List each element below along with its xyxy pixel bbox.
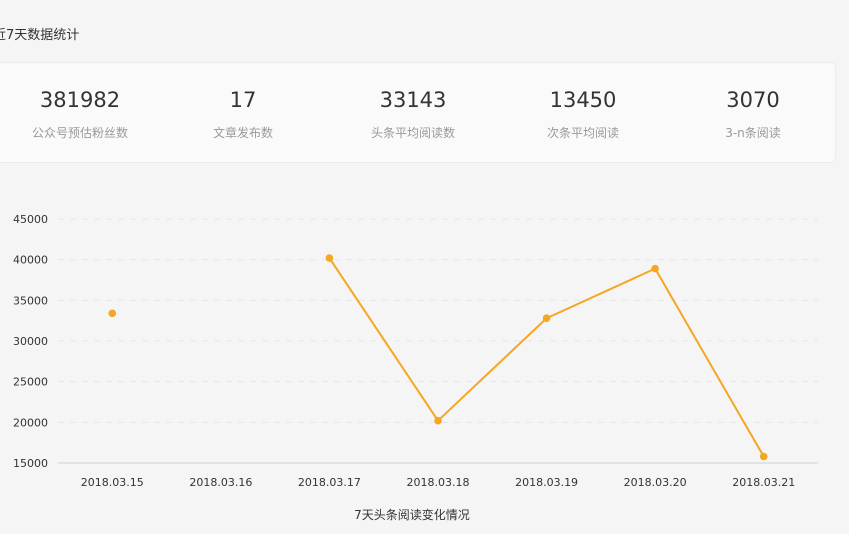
data-point [108,309,117,318]
x-tick-label: 2018.03.21 [732,476,795,489]
stat-fans: 381982 公众号预估粉丝数 [0,63,165,162]
stats-card: 381982 公众号预估粉丝数 17 文章发布数 33143 头条平均阅读数 1… [0,62,836,163]
y-tick-label: 25000 [13,376,48,389]
data-point [434,416,442,425]
y-tick-label: 45000 [13,213,48,226]
y-tick-label: 40000 [13,254,48,267]
label-layer: 15000 20000 25000 30000 35000 40000 45000 2018.… [13,213,795,489]
data-point [542,314,551,323]
stat-value: 3070 [726,88,780,112]
chart-title: 7天头条阅读变化情况 [354,507,470,522]
stat-articles: 17 文章发布数 [158,63,328,162]
data-point [651,264,659,273]
y-tick-label: 35000 [13,294,48,307]
series-layer [108,254,768,461]
series-line-segment [545,267,657,320]
stat-third-n: 3070 3-n条阅读 [668,63,838,162]
x-tick-label: 2018.03.18 [407,476,470,489]
stat-value: 381982 [39,88,121,112]
stat-headline-avg: 33143 头条平均阅读数 [328,63,498,162]
x-tick-label: 2018.03.17 [298,476,361,489]
data-point [325,254,334,262]
stat-label: 次条平均阅读 [546,126,619,140]
x-tick-label: 2018.03.15 [81,476,144,489]
page-title: 近7天数据统计 [0,28,80,43]
series-line-segment [328,257,439,422]
y-tick-label: 20000 [13,416,48,429]
y-tick-label: 30000 [13,335,48,348]
stat-label: 文章发布数 [212,126,273,140]
x-tick-label: 2018.03.19 [515,476,578,489]
x-tick-label: 2018.03.16 [189,476,252,489]
y-tick-label: 15000 [13,457,48,470]
series-line-segment [437,317,548,422]
stat-label: 公众号预估粉丝数 [31,126,128,140]
stat-label: 头条平均阅读数 [370,126,455,140]
data-point [759,452,768,461]
stat-value: 13450 [549,88,617,112]
grid-layer [58,218,818,423]
stat-label: 3-n条阅读 [725,126,781,140]
stat-second-avg: 13450 次条平均阅读 [498,63,668,162]
x-tick-label: 2018.03.20 [624,476,687,489]
stat-value: 33143 [379,88,447,112]
series-line-segment [654,267,765,458]
stat-value: 17 [229,88,257,112]
